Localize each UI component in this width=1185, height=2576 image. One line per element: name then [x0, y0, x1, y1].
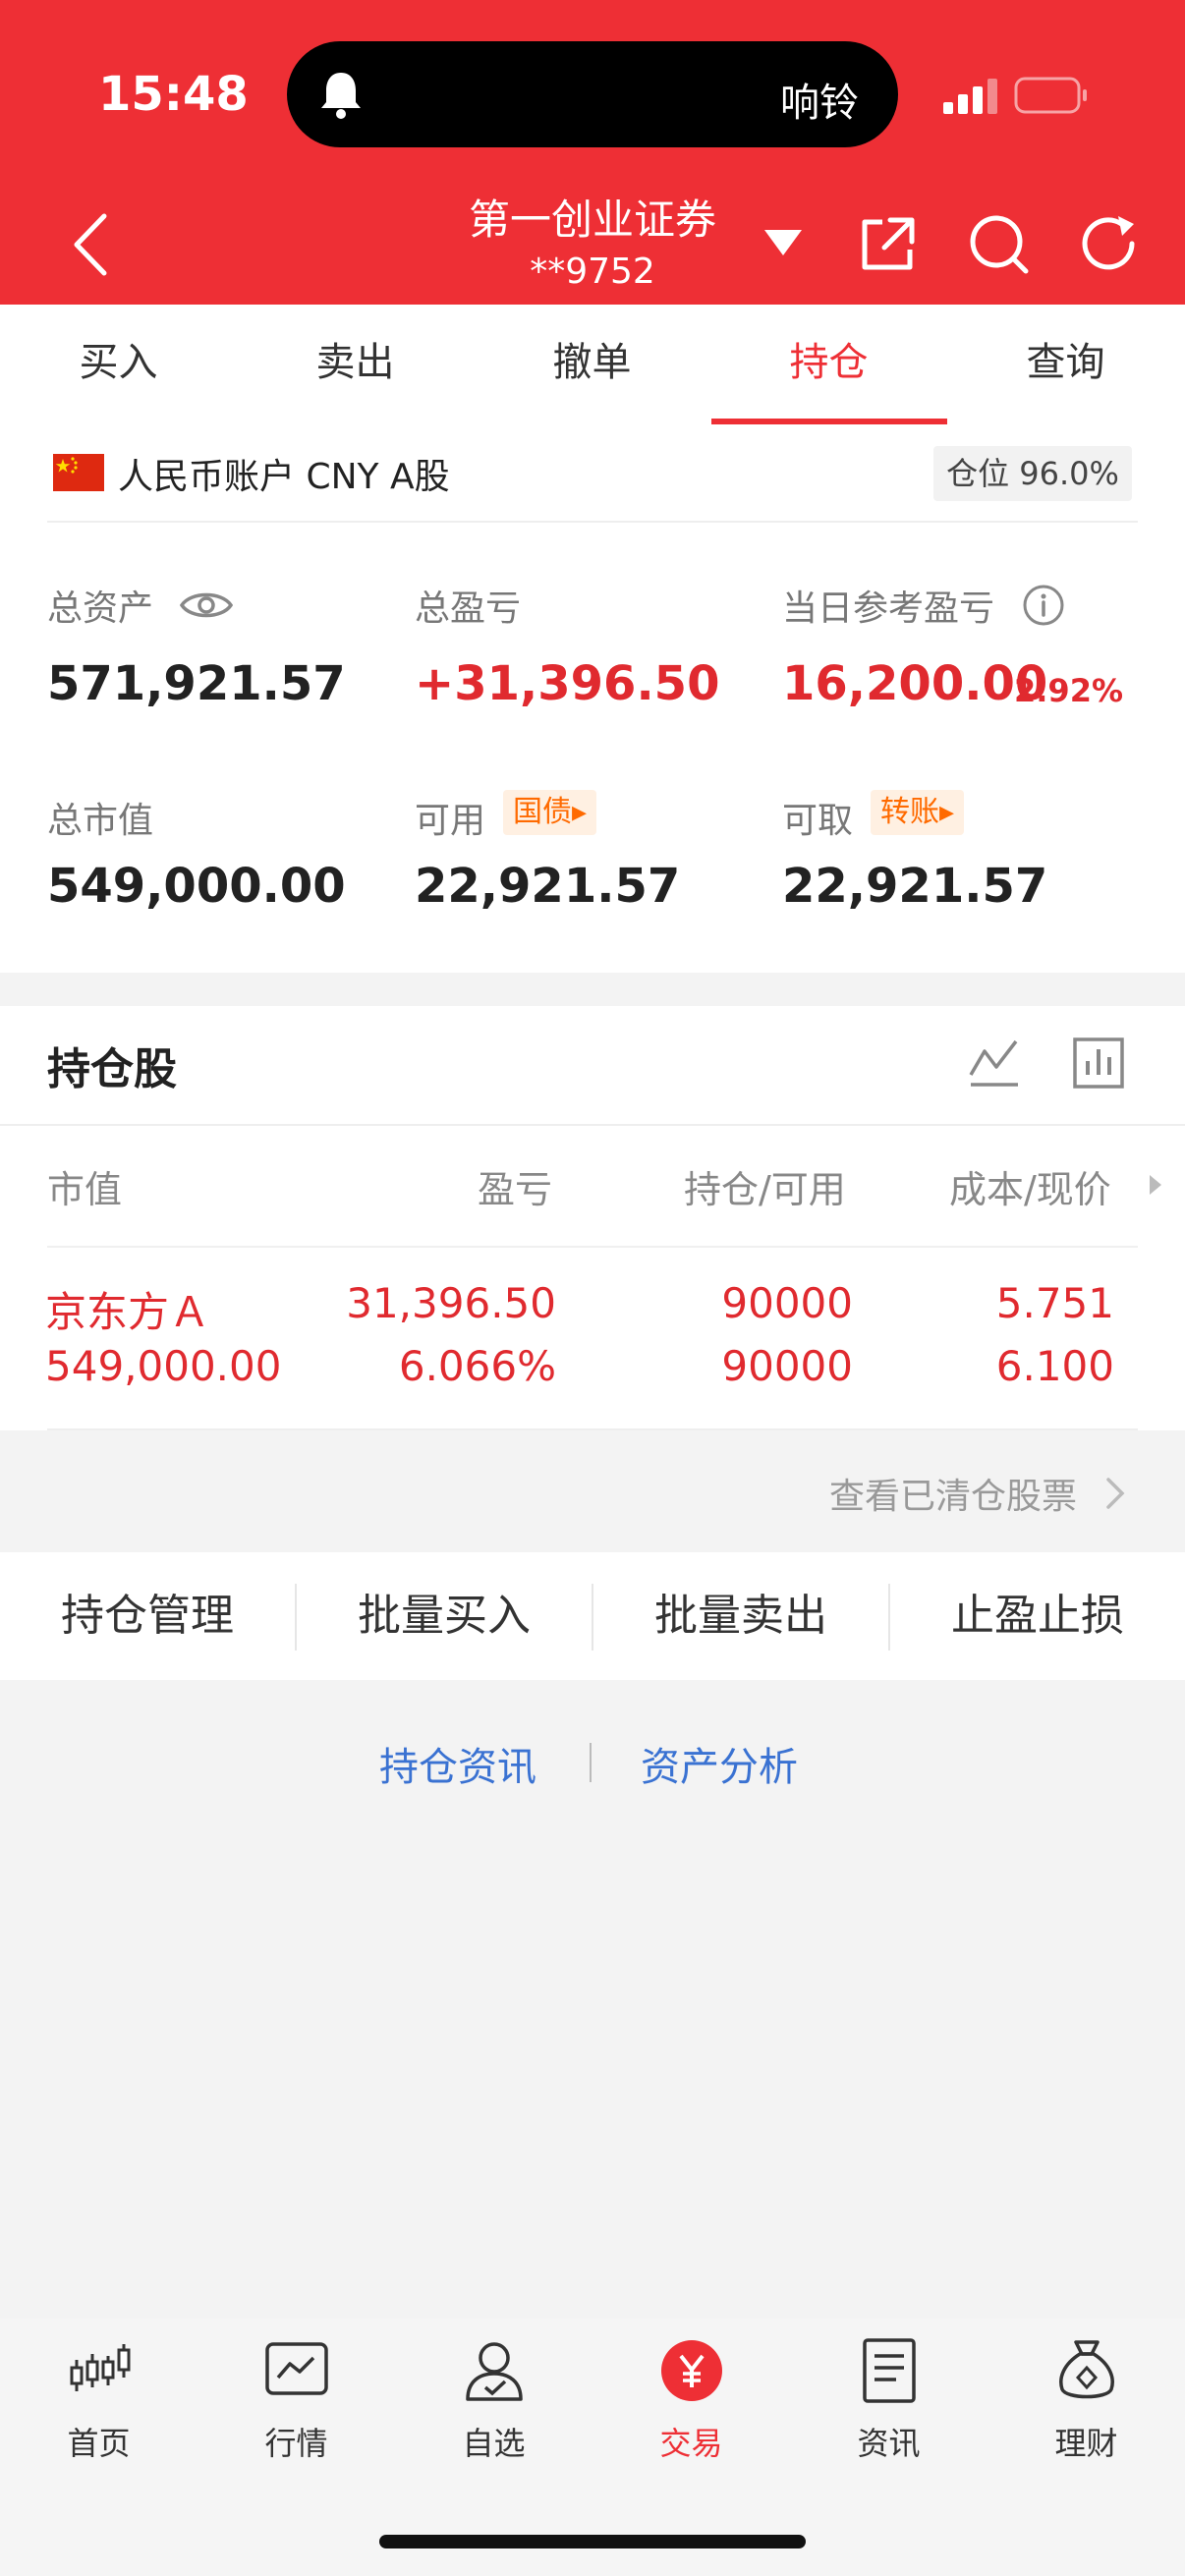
total-assets-label: 总资产 [47, 588, 154, 629]
nav-home[interactable]: 首页 [0, 2328, 198, 2486]
withdrawable-label: 可取 [782, 801, 854, 841]
user-check-icon [466, 2342, 523, 2401]
divider [47, 521, 1138, 523]
transfer-tag[interactable]: 转账▸ [871, 790, 965, 835]
nav-label: 资讯 [857, 2425, 921, 2462]
batch-buy-button[interactable]: 批量买入 [297, 1552, 592, 1680]
nav-news[interactable]: 资讯 [790, 2328, 988, 2486]
divider [47, 1428, 1138, 1430]
back-icon[interactable] [69, 210, 116, 279]
column-pnl: 盈亏 [478, 1168, 553, 1211]
account-currency-label[interactable]: 人民币账户 CNY A股 [118, 448, 450, 499]
nav-label: 自选 [462, 2425, 526, 2462]
holding-news-link[interactable]: 持仓资讯 [379, 1735, 536, 1792]
divider [590, 1743, 592, 1782]
nav-label: 交易 [659, 2425, 723, 2462]
document-icon [863, 2338, 916, 2403]
market-value-value: 549,000.00 [47, 859, 346, 914]
tab-query[interactable]: 查询 [947, 305, 1184, 426]
trend-line-icon[interactable] [967, 1036, 1022, 1091]
stock-position: 90000 [721, 1279, 853, 1327]
battery-icon [1014, 77, 1087, 114]
nav-trade[interactable]: 交易 [592, 2328, 790, 2486]
play-arrow-icon: ▸ [572, 795, 588, 829]
asset-analysis-link[interactable]: 资产分析 [641, 1735, 798, 1792]
nav-label: 行情 [264, 2425, 328, 2462]
available-value: 22,921.57 [415, 859, 681, 914]
withdrawable-value: 22,921.57 [782, 859, 1048, 914]
refresh-icon[interactable] [1075, 210, 1142, 277]
bar-chart-icon[interactable] [1071, 1036, 1126, 1091]
transfer-label: 转账 [880, 795, 939, 829]
account-number: **9752 [530, 252, 655, 292]
dynamic-island: 响铃 [287, 41, 898, 147]
nav-label: 首页 [67, 2425, 131, 2462]
position-ratio-badge: 仓位 96.0% [933, 446, 1132, 501]
total-pnl-label: 总盈亏 [415, 588, 522, 629]
home-indicator [379, 2535, 806, 2548]
stop-profit-loss-button[interactable]: 止盈止损 [890, 1552, 1185, 1680]
nav-wealth[interactable]: 理财 [988, 2328, 1185, 2486]
active-tab-indicator [711, 419, 947, 424]
status-time: 15:48 [98, 67, 249, 122]
total-assets-value: 571,921.57 [47, 656, 346, 711]
daily-pnl-value: 16,200.00 [782, 656, 1048, 711]
divider [47, 1246, 1138, 1248]
nav-watchlist[interactable]: 自选 [395, 2328, 592, 2486]
treasury-bond-tag[interactable]: 国债▸ [503, 790, 597, 835]
tab-sell[interactable]: 卖出 [237, 305, 474, 426]
total-pnl-value: +31,396.50 [415, 656, 720, 711]
stock-market-value: 549,000.00 [45, 1342, 282, 1390]
batch-sell-button[interactable]: 批量卖出 [593, 1552, 888, 1680]
column-position: 持仓/可用 [684, 1168, 846, 1211]
tab-positions[interactable]: 持仓 [710, 305, 947, 426]
yuan-icon [661, 2340, 722, 2401]
trade-tabs: 买入 卖出 撤单 持仓 查询 [0, 305, 1185, 427]
daily-pnl-percent: 2.92% [1014, 672, 1124, 709]
treasury-bond-label: 国债 [513, 795, 572, 829]
cleared-stocks-link[interactable]: 查看已清仓股票 [829, 1468, 1077, 1519]
available-label: 可用 [415, 801, 486, 841]
stock-pnl-percent: 6.066% [398, 1342, 556, 1390]
stock-available: 90000 [721, 1342, 853, 1390]
column-cost-price[interactable]: 成本/现价 [949, 1159, 1111, 1213]
china-flag-icon [53, 454, 104, 491]
signal-icon [943, 79, 997, 114]
chevron-right-icon[interactable] [1104, 1476, 1126, 1511]
share-icon[interactable] [857, 214, 918, 275]
stock-cost: 5.751 [995, 1279, 1114, 1327]
divider [0, 1124, 1185, 1126]
daily-pnl-label: 当日参考盈亏 [782, 588, 995, 629]
dropdown-icon[interactable] [761, 224, 806, 259]
stock-pnl: 31,396.50 [346, 1279, 556, 1327]
info-icon[interactable] [1022, 584, 1065, 627]
search-icon[interactable] [965, 210, 1032, 277]
caret-right-icon[interactable] [1148, 1173, 1163, 1197]
money-bag-icon [1059, 2340, 1114, 2399]
position-management-button[interactable]: 持仓管理 [0, 1552, 295, 1680]
holdings-title: 持仓股 [47, 1044, 177, 1094]
column-market-value: 市值 [47, 1168, 123, 1211]
nav-label: 理财 [1054, 2425, 1118, 2462]
tab-cancel[interactable]: 撤单 [474, 305, 710, 426]
nav-market[interactable]: 行情 [198, 2328, 395, 2486]
stock-name: 京东方Ａ [45, 1288, 211, 1336]
broker-title[interactable]: 第一创业证券 [393, 187, 792, 247]
eye-icon[interactable] [179, 588, 234, 623]
candlestick-icon [70, 2344, 131, 2391]
market-value-label: 总市值 [47, 801, 154, 841]
ringer-label: 响铃 [780, 81, 859, 126]
bell-icon [321, 73, 361, 119]
stock-price: 6.100 [995, 1342, 1114, 1390]
market-chart-icon [265, 2342, 328, 2395]
tab-buy[interactable]: 买入 [0, 305, 237, 426]
play-arrow-icon: ▸ [939, 795, 955, 829]
